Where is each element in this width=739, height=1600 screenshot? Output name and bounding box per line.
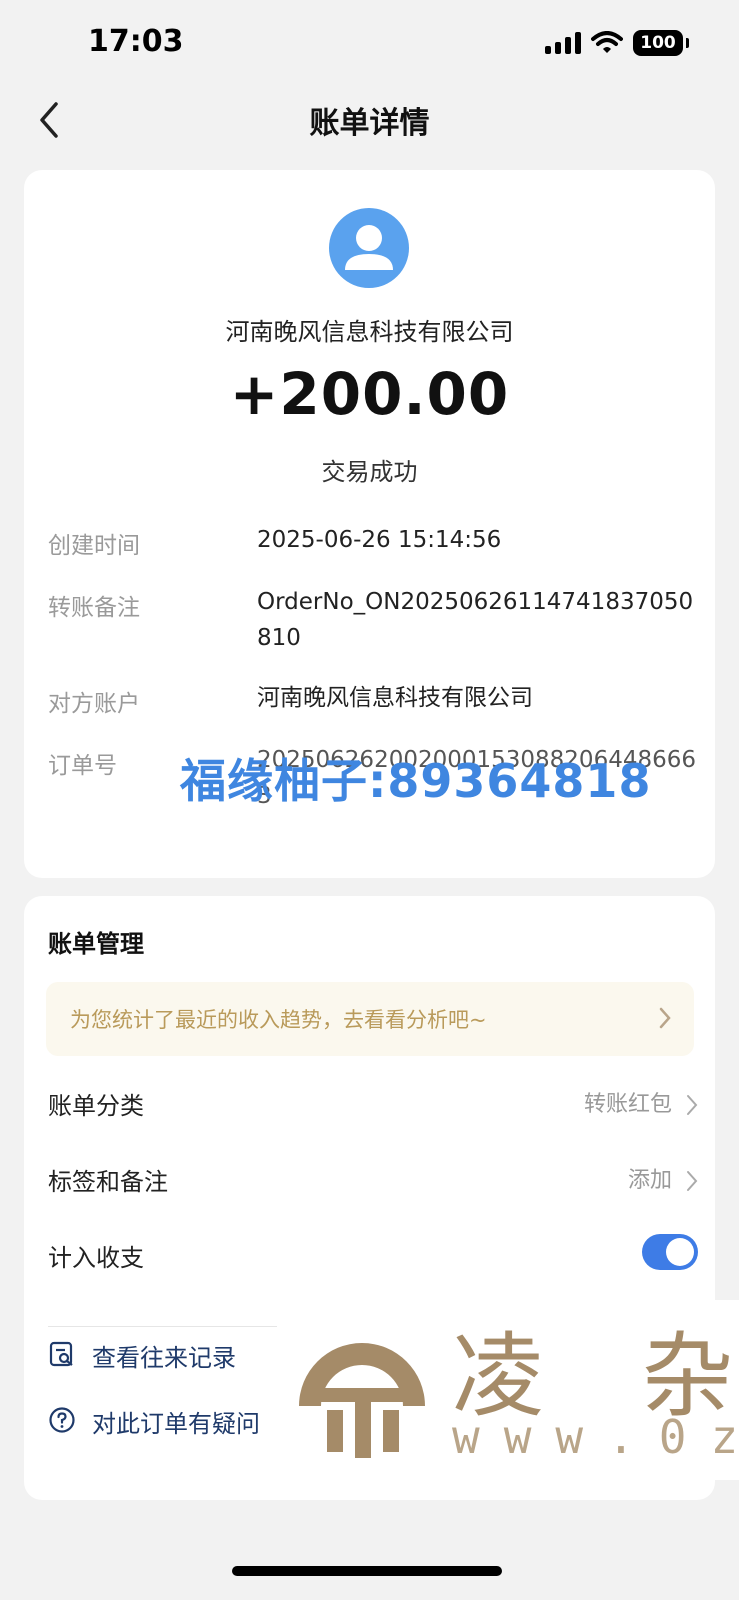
page-title: 账单详情	[309, 106, 430, 141]
include-in-budget-toggle[interactable]	[642, 1234, 698, 1270]
home-indicator[interactable]	[232, 1566, 502, 1576]
income-trend-banner[interactable]: 为您统计了最近的收入趋势，去看看分析吧~	[46, 982, 694, 1056]
record-search-icon	[49, 1341, 73, 1367]
detail-label: 对方账户	[48, 691, 140, 717]
chevron-right-icon	[659, 1007, 671, 1029]
link-label: 对此订单有疑问	[92, 1410, 260, 1438]
watermark-text: 福缘柚子:89364818	[180, 754, 652, 808]
question-circle-icon	[49, 1407, 75, 1433]
row-value: 转账红包	[583, 1092, 672, 1117]
nav-bar: 账单详情	[0, 90, 739, 150]
merchant-name: 河南晚风信息科技有限公司	[225, 318, 514, 346]
row-label: 标签和备注	[48, 1168, 168, 1196]
include-in-budget-row: 计入收支	[48, 1224, 698, 1284]
view-history-link[interactable]: 查看往来记录	[48, 1336, 288, 1376]
bill-category-row[interactable]: 账单分类 转账红包	[48, 1072, 698, 1132]
row-label: 账单分类	[48, 1092, 144, 1120]
logo-watermark: 凌 杂 www.0z	[277, 1300, 739, 1480]
status-icons: 100	[545, 30, 689, 56]
order-question-link[interactable]: 对此订单有疑问	[48, 1402, 308, 1442]
link-label: 查看往来记录	[92, 1344, 236, 1372]
detail-value: 2025-06-26 15:14:56	[257, 527, 502, 553]
detail-value: 河南晚风信息科技有限公司	[257, 685, 533, 711]
row-label: 计入收支	[48, 1244, 144, 1272]
logo-emblem-icon	[299, 1343, 425, 1458]
status-time: 17:03	[88, 24, 184, 59]
wifi-icon	[591, 31, 623, 53]
tags-remarks-row[interactable]: 标签和备注 添加	[48, 1148, 698, 1208]
banner-text: 为您统计了最近的收入趋势，去看看分析吧~	[70, 1008, 487, 1032]
section-title: 账单管理	[48, 930, 144, 958]
user-icon	[345, 225, 393, 270]
toggle-knob	[666, 1238, 694, 1266]
detail-label: 创建时间	[48, 533, 140, 559]
signal-icon	[545, 32, 581, 54]
detail-value: OrderNo_ON20250626114741837050810	[257, 589, 694, 651]
battery-icon: 100	[633, 30, 689, 56]
chevron-right-icon	[687, 1171, 698, 1191]
chevron-right-icon	[687, 1095, 698, 1115]
avatar	[329, 208, 409, 288]
detail-label: 转账备注	[48, 595, 140, 621]
transaction-status: 交易成功	[321, 458, 418, 486]
detail-label: 订单号	[48, 753, 117, 779]
divider	[48, 1326, 280, 1327]
status-bar: 17:03 100	[0, 0, 739, 90]
row-value: 添加	[627, 1168, 672, 1193]
transaction-amount: +200.00	[229, 360, 510, 428]
logo-url: www.0z	[452, 1410, 739, 1464]
